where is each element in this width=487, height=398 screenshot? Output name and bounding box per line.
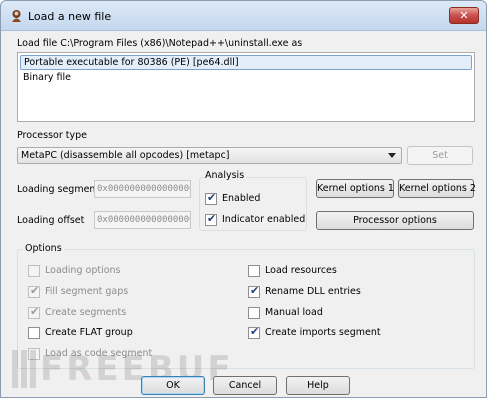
processor-type-label: Processor type: [17, 130, 87, 141]
loading-segment-label: Loading segment: [17, 184, 100, 195]
checkbox-label: Create segments: [45, 307, 127, 318]
button-label: Cancel: [228, 380, 262, 391]
checkbox-label: Create FLAT group: [45, 327, 133, 338]
checkbox-label: Indicator enabled: [222, 214, 306, 225]
checkmark-icon: ✔: [207, 191, 217, 204]
analysis-title: Analysis: [203, 170, 247, 181]
load-file-label: Load file C:\Program Files (x86)\Notepad…: [17, 38, 303, 49]
loading-offset-field[interactable]: 0x0000000000000000: [94, 211, 191, 229]
button-label: OK: [166, 380, 180, 391]
checkbox-label: Manual load: [265, 307, 323, 318]
list-item[interactable]: Portable executable for 80386 (PE) [pe64…: [20, 55, 472, 70]
kernel-options-1-button[interactable]: Kernel options 1: [316, 179, 394, 198]
checkmark-icon: ✔: [207, 212, 217, 225]
window-title: Load a new file: [28, 10, 112, 23]
checkbox-box: [248, 265, 260, 277]
manual-load-checkbox[interactable]: Manual load: [248, 306, 448, 320]
load-file-dialog: Load a new file ✕ Load file C:\Program F…: [0, 0, 487, 398]
create-imports-segment-checkbox[interactable]: ✔ Create imports segment: [248, 325, 448, 340]
checkbox-box: [28, 327, 40, 339]
checkbox-label: Create imports segment: [265, 327, 381, 338]
checkbox-box: ✔: [205, 191, 217, 205]
checkbox-box: ✔: [28, 284, 40, 298]
kernel-options-2-button[interactable]: Kernel options 2: [398, 179, 476, 198]
checkbox-label: Loading options: [45, 265, 121, 276]
loading-segment-field[interactable]: 0x0000000000000000: [94, 180, 191, 198]
create-flat-group-checkbox[interactable]: Create FLAT group: [28, 326, 218, 340]
button-label: Processor options: [353, 215, 437, 226]
button-label: Help: [307, 380, 329, 391]
ok-button[interactable]: OK: [141, 376, 205, 395]
checkbox-box: ✔: [248, 284, 260, 298]
processor-type-value: MetaPC (disassemble all opcodes) [metapc…: [21, 150, 230, 161]
checkbox-label: Load resources: [265, 265, 337, 276]
checkbox-box: ✔: [28, 305, 40, 319]
loading-offset-label: Loading offset: [17, 215, 85, 226]
list-item-label: Binary file: [23, 72, 72, 83]
button-label: Kernel options 1: [317, 183, 394, 194]
loading-options-checkbox[interactable]: Loading options: [28, 264, 218, 278]
load-resources-checkbox[interactable]: Load resources: [248, 264, 448, 278]
chevron-down-icon: [388, 153, 396, 158]
freebuf-logo-icon: [12, 350, 36, 388]
analysis-enabled-checkbox[interactable]: ✔ Enabled: [205, 191, 303, 206]
checkmark-icon: ✔: [30, 284, 40, 297]
checkbox-label: Enabled: [222, 193, 261, 204]
checkbox-label: Rename DLL entries: [265, 286, 361, 297]
checkmark-icon: ✔: [30, 305, 40, 318]
indicator-enabled-checkbox[interactable]: ✔ Indicator enabled: [205, 212, 306, 227]
close-button[interactable]: ✕: [449, 7, 479, 24]
rename-dll-entries-checkbox[interactable]: ✔ Rename DLL entries: [248, 284, 448, 299]
checkbox-box: ✔: [248, 325, 260, 339]
ida-app-icon: [12, 10, 21, 22]
processor-options-button[interactable]: Processor options: [316, 211, 474, 230]
file-type-list[interactable]: Portable executable for 80386 (PE) [pe64…: [17, 52, 475, 122]
list-item-label: Portable executable for 80386 (PE) [pe64…: [24, 57, 239, 68]
fill-segment-gaps-checkbox[interactable]: ✔ Fill segment gaps: [28, 284, 218, 299]
create-segments-checkbox[interactable]: ✔ Create segments: [28, 305, 218, 320]
options-title: Options: [23, 243, 64, 254]
checkbox-box: ✔: [205, 212, 217, 226]
help-button[interactable]: Help: [286, 376, 350, 395]
checkbox-box: [28, 265, 40, 277]
list-item[interactable]: Binary file: [20, 71, 472, 86]
cancel-button[interactable]: Cancel: [213, 376, 277, 395]
checkbox-label: Fill segment gaps: [45, 286, 129, 297]
set-button[interactable]: Set: [407, 146, 473, 165]
close-icon: ✕: [459, 9, 469, 22]
checkbox-box: [248, 307, 260, 319]
title-bar[interactable]: Load a new file ✕: [1, 1, 486, 31]
checkmark-icon: ✔: [250, 284, 260, 297]
processor-type-select[interactable]: MetaPC (disassemble all opcodes) [metapc…: [17, 147, 402, 164]
set-button-label: Set: [432, 150, 448, 161]
button-label: Kernel options 2: [399, 183, 476, 194]
checkmark-icon: ✔: [250, 325, 260, 338]
